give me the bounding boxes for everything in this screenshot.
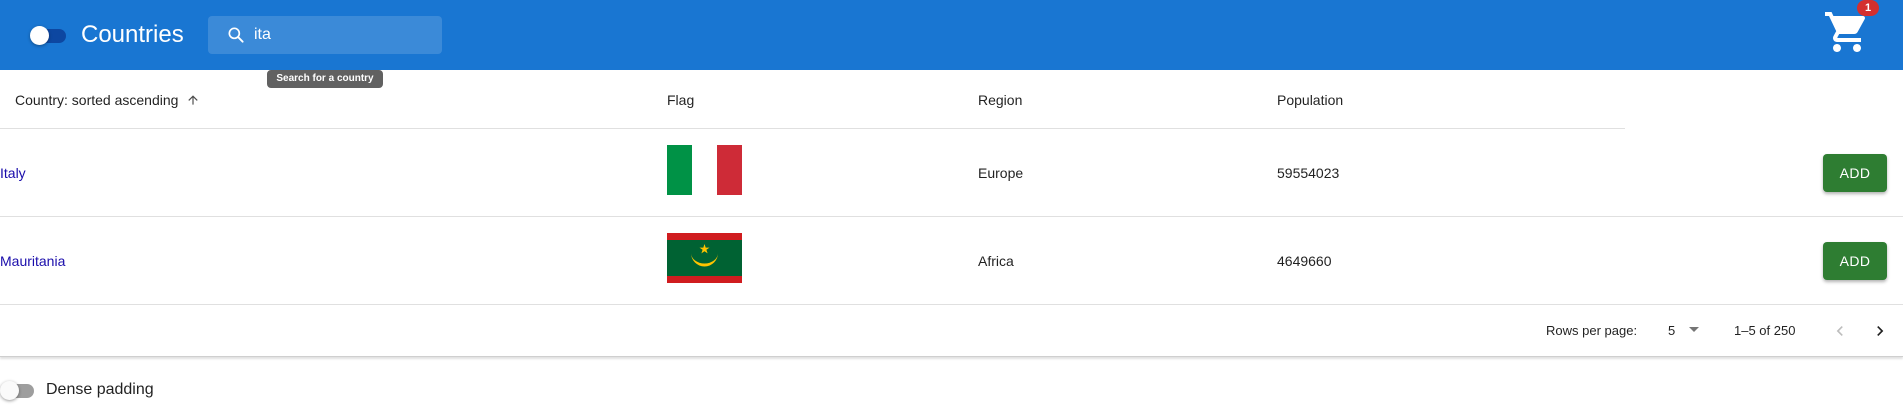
- mauritania-flag-image: [667, 233, 742, 283]
- dropdown-arrow-icon: [1688, 327, 1699, 333]
- next-page-icon[interactable]: [1870, 321, 1890, 341]
- column-header-country[interactable]: Country: sorted ascending: [15, 71, 200, 129]
- search-icon: [228, 27, 244, 43]
- table-row: Italy Europe 59554023 ADD: [0, 129, 1903, 217]
- app-bar: Countries 1: [0, 0, 1903, 70]
- country-link[interactable]: Mauritania: [0, 217, 65, 305]
- dense-padding-thumb: [0, 381, 19, 400]
- theme-toggle-thumb: [30, 26, 49, 45]
- dense-padding-label: Dense padding: [46, 381, 154, 398]
- sort-ascending-icon: [188, 95, 198, 105]
- column-header-flag: Flag: [667, 92, 695, 108]
- rows-per-page-label: Rows per page:: [1546, 323, 1638, 338]
- column-header-region[interactable]: Region: [978, 71, 1022, 129]
- population-cell: 4649660: [1277, 253, 1332, 269]
- table-header: Country: sorted ascending Flag Region Po…: [0, 71, 1625, 129]
- search-box[interactable]: [208, 16, 442, 54]
- cart-badge: 1: [1857, 0, 1879, 16]
- column-header-population[interactable]: Population: [1277, 71, 1343, 129]
- table-row: Mauritania Africa 4649660 ADD: [0, 217, 1903, 305]
- population-cell: 59554023: [1277, 165, 1340, 181]
- italy-flag-image: [667, 145, 742, 195]
- search-input[interactable]: [254, 16, 434, 54]
- app-title: Countries: [81, 21, 184, 48]
- country-link[interactable]: Italy: [0, 129, 26, 217]
- previous-page-icon[interactable]: [1830, 321, 1850, 341]
- pagination-range: 1–5 of 250: [1734, 323, 1796, 338]
- region-cell: Europe: [978, 165, 1024, 181]
- column-header-country-label: Country: sorted ascending: [15, 92, 179, 108]
- table-pagination: Rows per page: 5 1–5 of 250: [0, 305, 1903, 357]
- theme-toggle-switch[interactable]: [28, 24, 70, 46]
- add-button[interactable]: ADD: [1823, 154, 1887, 192]
- rows-per-page-select[interactable]: 5: [1668, 305, 1699, 357]
- rows-per-page-value: 5: [1668, 323, 1676, 338]
- add-button[interactable]: ADD: [1823, 242, 1887, 280]
- region-cell: Africa: [978, 253, 1014, 269]
